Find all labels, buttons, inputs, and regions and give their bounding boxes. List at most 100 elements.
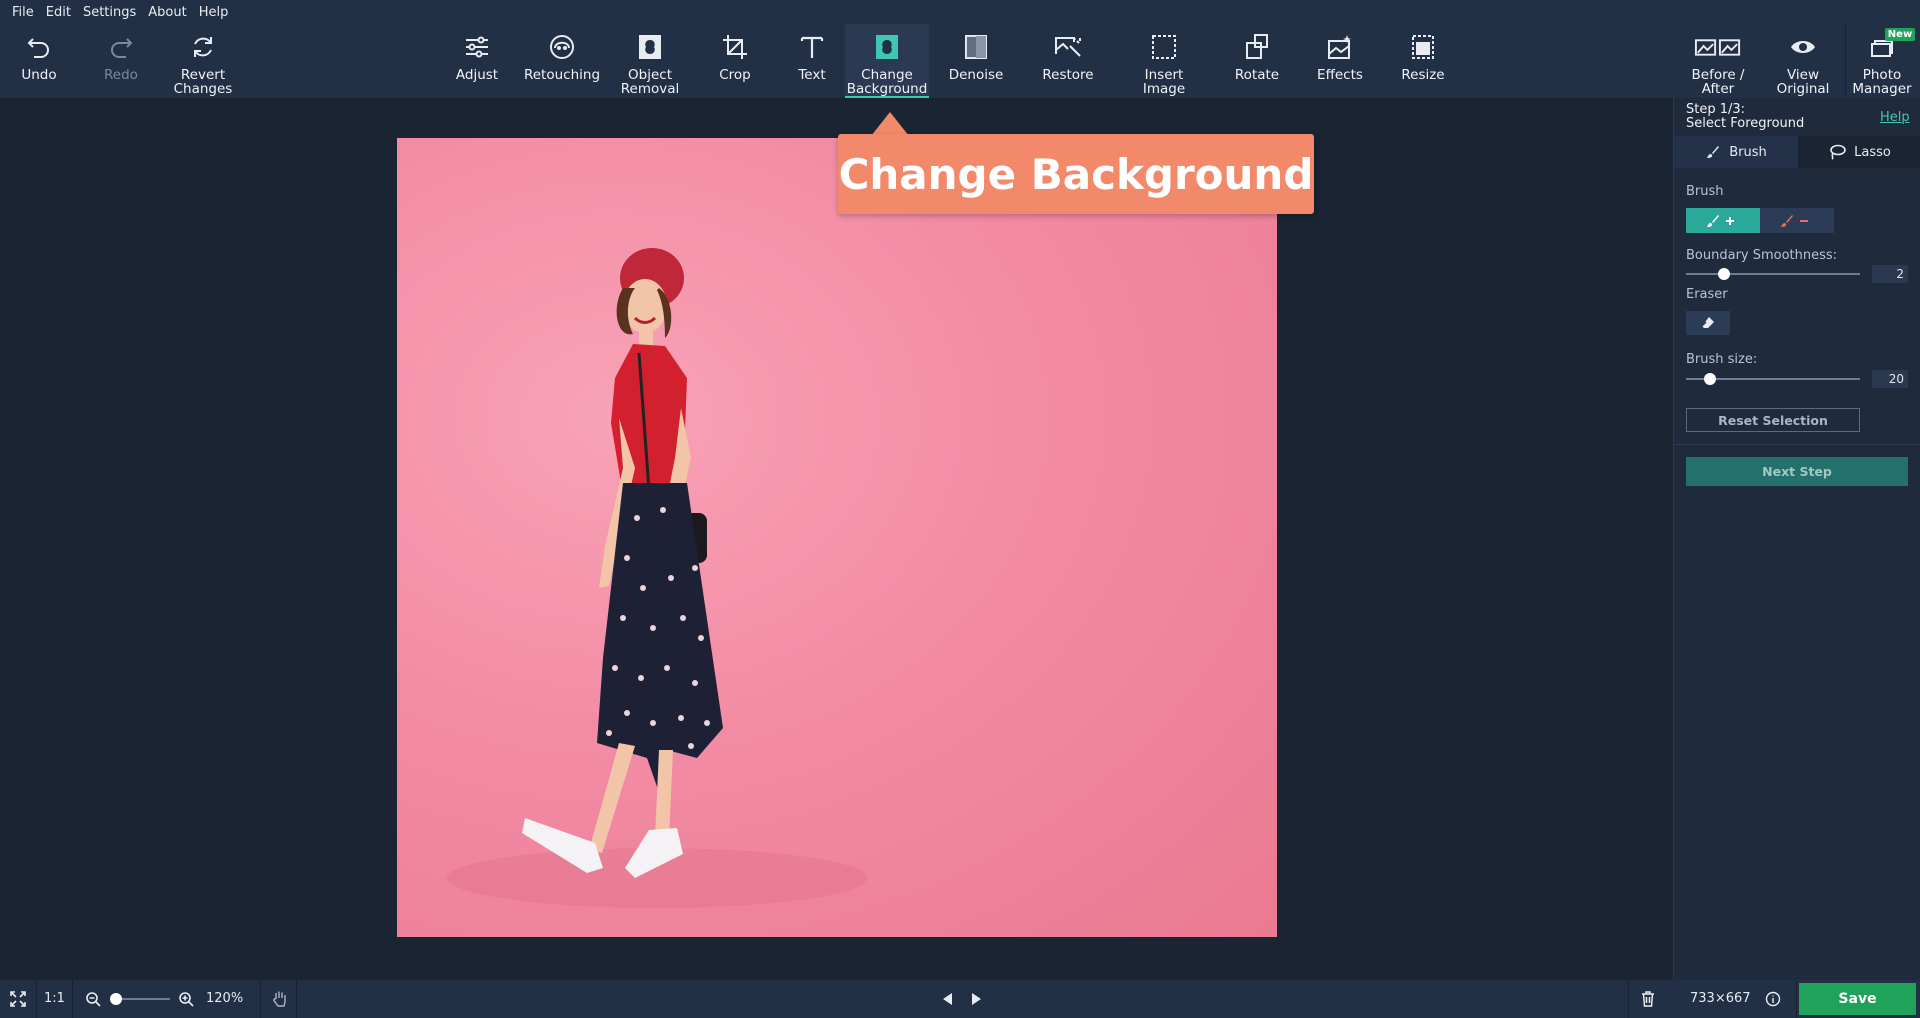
trash-icon: [1642, 991, 1654, 1007]
zoom-in-button[interactable]: [175, 980, 197, 1018]
bottom-divider: [260, 980, 261, 1018]
hand-icon: [273, 991, 286, 1007]
brush-add-button[interactable]: [1686, 208, 1760, 233]
sliders-icon: [459, 30, 495, 64]
brush-subtract-button[interactable]: [1760, 208, 1834, 233]
menu-edit[interactable]: Edit: [40, 5, 77, 20]
next-step-button[interactable]: Next Step: [1686, 457, 1908, 486]
info-icon: [1765, 991, 1781, 1007]
bottom-bar: 1:1 120% 733×667 Save: [0, 980, 1920, 1018]
woman-photo-illustration: [447, 248, 867, 908]
undo-button[interactable]: Undo: [8, 24, 70, 98]
bottom-divider: [1796, 980, 1797, 1018]
menu-file[interactable]: File: [6, 5, 40, 20]
view-original-label-2: Original: [1776, 81, 1830, 97]
tool-retouching[interactable]: Retouching: [522, 24, 602, 98]
brush-plus-icon: [1707, 214, 1734, 227]
brush-size-label: Brush size:: [1686, 352, 1758, 367]
reset-selection-button[interactable]: Reset Selection: [1686, 408, 1860, 432]
insert-image-icon: [1146, 30, 1182, 64]
brush-minus-icon: [1781, 214, 1808, 227]
brush-section-label: Brush: [1686, 184, 1724, 199]
info-button[interactable]: [1762, 980, 1784, 1018]
brush-icon: [1707, 146, 1720, 158]
next-image-button[interactable]: [966, 980, 988, 1018]
arrow-left-icon: [943, 993, 952, 1005]
fullscreen-icon: [10, 991, 26, 1007]
lasso-icon: [1830, 144, 1846, 160]
object-removal-icon: [632, 30, 668, 64]
boundary-smoothness-knob[interactable]: [1718, 268, 1731, 280]
tool-denoise[interactable]: Denoise: [945, 24, 1007, 98]
redo-button[interactable]: Redo: [90, 24, 152, 98]
zoom-out-button[interactable]: [82, 980, 104, 1018]
toolbar-divider: [1845, 24, 1846, 98]
canvas-area[interactable]: Change Background: [0, 98, 1673, 980]
tool-change-background[interactable]: Change Background: [845, 24, 929, 98]
tool-rotate-label: Rotate: [1234, 67, 1280, 83]
help-link[interactable]: Help: [1880, 110, 1910, 125]
boundary-smoothness-value[interactable]: 2: [1872, 265, 1908, 283]
denoise-icon: [958, 30, 994, 64]
tool-adjust-label: Adjust: [455, 67, 499, 83]
eraser-label: Eraser: [1686, 287, 1728, 302]
before-after-label-1: Before /: [1691, 67, 1745, 83]
effects-icon: [1322, 30, 1358, 64]
save-button[interactable]: Save: [1799, 983, 1916, 1015]
photo-manager-label-2: Manager: [1852, 81, 1912, 97]
eye-icon: [1785, 30, 1821, 64]
panel-divider: [1674, 444, 1920, 445]
crop-icon: [717, 30, 753, 64]
tool-object-removal[interactable]: Object Removal: [616, 24, 684, 98]
menu-bar: File Edit Settings About Help: [0, 0, 1920, 24]
menu-settings[interactable]: Settings: [77, 5, 142, 20]
previous-image-button[interactable]: [936, 980, 958, 1018]
view-original-label-1: View: [1786, 67, 1820, 83]
before-after-button[interactable]: Before / After: [1684, 24, 1752, 98]
photo-canvas[interactable]: [397, 138, 1277, 937]
tool-effects-label: Effects: [1317, 67, 1363, 83]
tool-text[interactable]: Text: [782, 24, 842, 98]
menu-about[interactable]: About: [142, 5, 192, 20]
revert-label-1: Revert: [180, 67, 226, 83]
tool-effects[interactable]: Effects: [1308, 24, 1372, 98]
refresh-icon: [185, 30, 221, 64]
fullscreen-button[interactable]: [0, 980, 36, 1018]
toolbar: Undo Redo Revert Changes Adjust Retouchi…: [0, 24, 1920, 98]
tool-object-label-2: Removal: [620, 81, 680, 97]
brush-size-value[interactable]: 20: [1872, 370, 1908, 388]
before-after-label-2: After: [1701, 81, 1735, 97]
actual-size-button[interactable]: 1:1: [44, 980, 68, 1018]
view-original-button[interactable]: View Original: [1770, 24, 1836, 98]
pan-hand-button[interactable]: [268, 980, 292, 1018]
step-number: Step 1/3:: [1686, 102, 1746, 117]
tool-denoise-label: Denoise: [948, 67, 1004, 83]
bottom-divider: [1628, 980, 1629, 1018]
tool-restore[interactable]: Restore: [1030, 24, 1106, 98]
zoom-slider-knob[interactable]: [110, 993, 122, 1005]
tab-brush[interactable]: Brush: [1674, 136, 1798, 168]
menu-help[interactable]: Help: [193, 5, 235, 20]
tab-lasso-label: Lasso: [1854, 144, 1891, 160]
tool-adjust[interactable]: Adjust: [446, 24, 508, 98]
eraser-button[interactable]: [1686, 311, 1730, 335]
arrow-right-icon: [972, 993, 981, 1005]
change-background-panel: Step 1/3: Select Foreground Help Brush L…: [1673, 98, 1920, 980]
restore-icon: [1050, 30, 1086, 64]
change-background-icon: [869, 30, 905, 64]
tab-lasso[interactable]: Lasso: [1798, 136, 1920, 168]
tool-crop-label: Crop: [719, 67, 751, 83]
revert-changes-button[interactable]: Revert Changes: [168, 24, 238, 98]
boundary-smoothness-track[interactable]: [1686, 273, 1860, 275]
delete-button[interactable]: [1637, 980, 1659, 1018]
boundary-smoothness-label: Boundary Smoothness:: [1686, 248, 1838, 263]
change-background-callout: Change Background: [838, 134, 1314, 214]
new-badge: New: [1885, 28, 1915, 41]
tool-rotate[interactable]: Rotate: [1226, 24, 1288, 98]
brush-size-knob[interactable]: [1704, 373, 1717, 385]
tool-resize[interactable]: Resize: [1392, 24, 1454, 98]
tool-insert-image[interactable]: Insert Image: [1130, 24, 1198, 98]
tool-crop[interactable]: Crop: [705, 24, 765, 98]
tab-brush-label: Brush: [1729, 144, 1767, 160]
tool-text-label: Text: [798, 67, 826, 83]
